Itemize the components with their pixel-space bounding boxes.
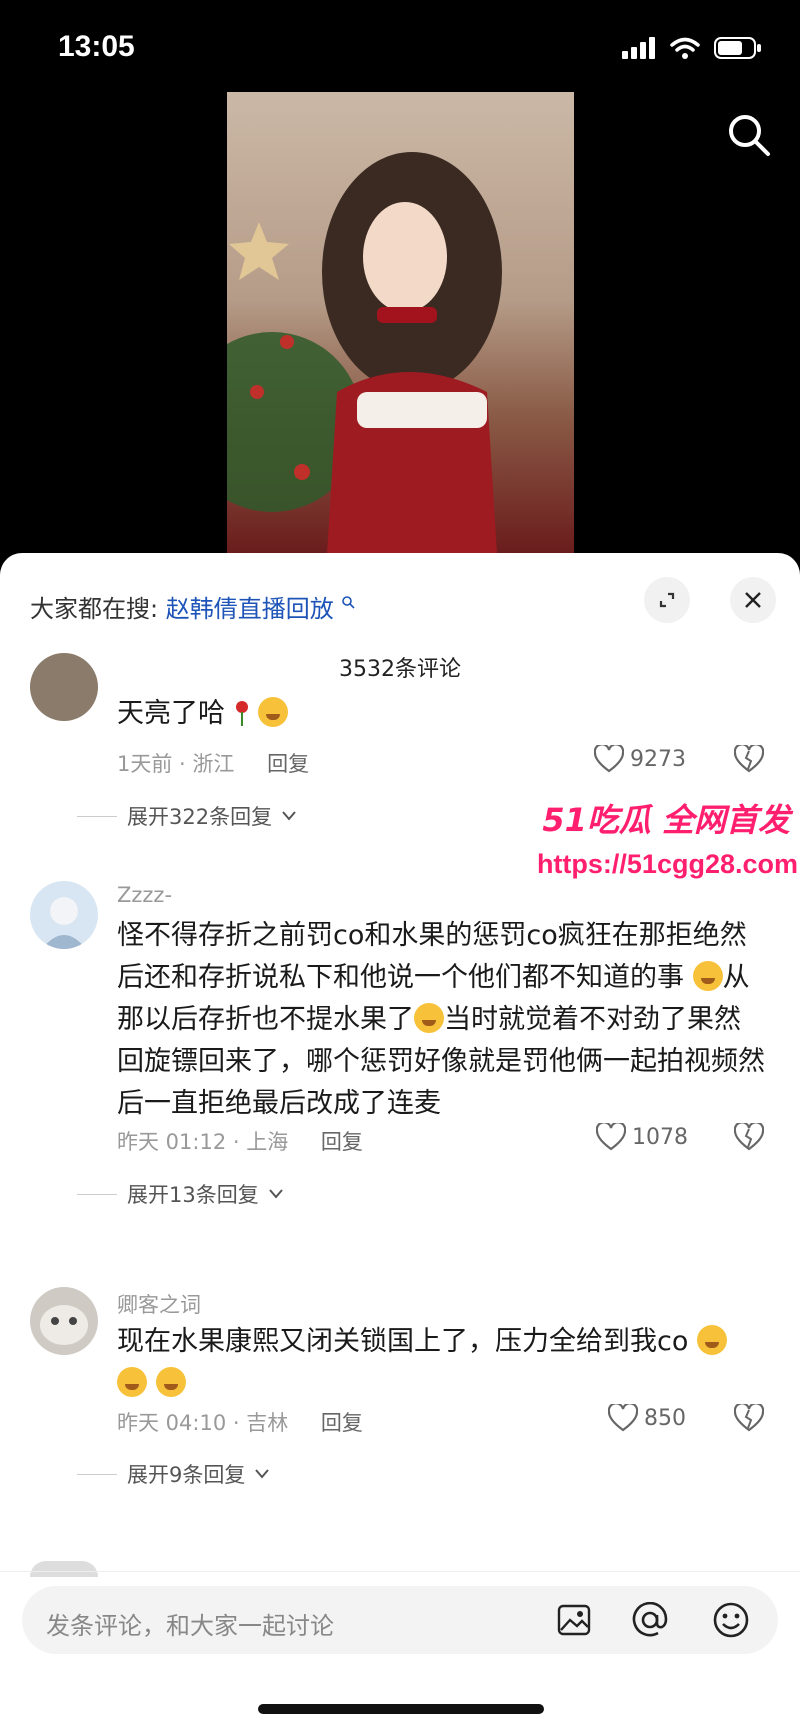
expand-replies-button[interactable]: 展开9条回复 bbox=[77, 1459, 270, 1489]
avatar[interactable] bbox=[30, 881, 98, 949]
watermark-url: https://51cgg28.com bbox=[536, 849, 798, 879]
chevron-down-icon bbox=[268, 1189, 283, 1199]
comment-meta: 1天前 · 浙江 回复 bbox=[117, 752, 310, 776]
hot-search-bar[interactable]: 大家都在搜: 赵韩倩直播回放 bbox=[30, 589, 355, 624]
status-icons bbox=[622, 36, 762, 60]
home-indicator bbox=[258, 1704, 544, 1714]
expand-replies-button[interactable]: 展开13条回复 bbox=[77, 1179, 283, 1209]
crying-emoji-icon bbox=[258, 697, 289, 727]
emoji-icon[interactable] bbox=[712, 1601, 750, 1639]
comment-meta: 昨天 01:12 · 上海 回复 bbox=[117, 1130, 363, 1154]
dislike-icon[interactable] bbox=[734, 1404, 764, 1432]
comment-sheet: 大家都在搜: 赵韩倩直播回放 3532条评论 天亮了哈 1天前 · 浙江 回复 … bbox=[0, 553, 800, 1731]
avatar[interactable] bbox=[30, 1561, 98, 1577]
crying-laugh-emoji-icon bbox=[414, 1003, 444, 1033]
like-count: 9273 bbox=[630, 746, 686, 772]
expand-button[interactable] bbox=[644, 577, 690, 623]
status-bar: 13:05 bbox=[0, 0, 800, 96]
crying-emoji-icon bbox=[155, 1367, 186, 1397]
rose-emoji-icon bbox=[234, 697, 250, 726]
heart-icon bbox=[594, 745, 624, 773]
search-small-icon bbox=[342, 596, 355, 609]
video-thumbnail bbox=[227, 152, 502, 554]
mention-icon[interactable] bbox=[632, 1602, 668, 1638]
close-button[interactable] bbox=[730, 577, 776, 623]
like-count: 850 bbox=[644, 1405, 686, 1431]
battery-icon bbox=[714, 37, 761, 59]
comment-input[interactable]: 发条评论，和大家一起讨论 bbox=[22, 1586, 778, 1654]
heart-icon bbox=[596, 1123, 626, 1151]
expand-replies-button[interactable]: 展开322条回复 bbox=[77, 801, 296, 831]
comment-text: 天亮了哈 bbox=[117, 693, 767, 735]
watermark-brand: 51吃瓜 全网首发 bbox=[542, 801, 790, 839]
crying-laugh-emoji-icon bbox=[692, 961, 723, 991]
like-button[interactable]: 850 bbox=[608, 1404, 686, 1432]
dislike-icon[interactable] bbox=[734, 1123, 764, 1151]
video-player[interactable] bbox=[227, 92, 574, 554]
reply-button[interactable]: 回复 bbox=[321, 1411, 363, 1435]
like-button[interactable]: 9273 bbox=[594, 745, 686, 773]
heart-icon bbox=[608, 1404, 638, 1432]
dislike-icon[interactable] bbox=[734, 745, 764, 773]
comment-count: 3532条评论 bbox=[339, 657, 461, 682]
like-count: 1078 bbox=[632, 1124, 688, 1150]
comment-input-placeholder: 发条评论，和大家一起讨论 bbox=[46, 1612, 334, 1640]
comment-text: 怪不得存折之前罚co和水果的惩罚co疯狂在那拒绝然后还和存折说私下和他说一个他们… bbox=[117, 920, 765, 1119]
reply-button[interactable]: 回复 bbox=[267, 752, 309, 776]
close-icon bbox=[745, 592, 761, 608]
comment-username[interactable]: 卿客之词 bbox=[117, 1289, 201, 1319]
comment-meta: 昨天 04:10 · 吉林 回复 bbox=[117, 1411, 363, 1435]
hot-search-link[interactable]: 赵韩倩直播回放 bbox=[166, 595, 334, 623]
divider bbox=[0, 1571, 800, 1572]
image-icon[interactable] bbox=[557, 1604, 591, 1636]
status-time: 13:05 bbox=[58, 30, 135, 63]
avatar[interactable] bbox=[30, 653, 98, 721]
expand-icon bbox=[659, 592, 675, 608]
reply-button[interactable]: 回复 bbox=[321, 1130, 363, 1154]
signal-icon bbox=[622, 37, 655, 59]
comment-text: 现在水果康熙又闭关锁国上了，压力全给到我co bbox=[117, 1321, 767, 1405]
chevron-down-icon bbox=[255, 1469, 270, 1479]
like-button[interactable]: 1078 bbox=[596, 1123, 688, 1151]
avatar[interactable] bbox=[30, 1287, 98, 1355]
comment-username[interactable]: Zzzz- bbox=[117, 883, 172, 907]
wifi-icon bbox=[670, 37, 700, 59]
crying-emoji-icon bbox=[117, 1367, 147, 1397]
search-icon[interactable] bbox=[726, 112, 772, 158]
watermark: 51吃瓜 全网首发 https://51cgg28.com bbox=[495, 795, 800, 895]
hot-search-prefix: 大家都在搜: bbox=[30, 595, 159, 623]
chevron-down-icon bbox=[282, 811, 296, 821]
crying-emoji-icon bbox=[696, 1325, 727, 1355]
